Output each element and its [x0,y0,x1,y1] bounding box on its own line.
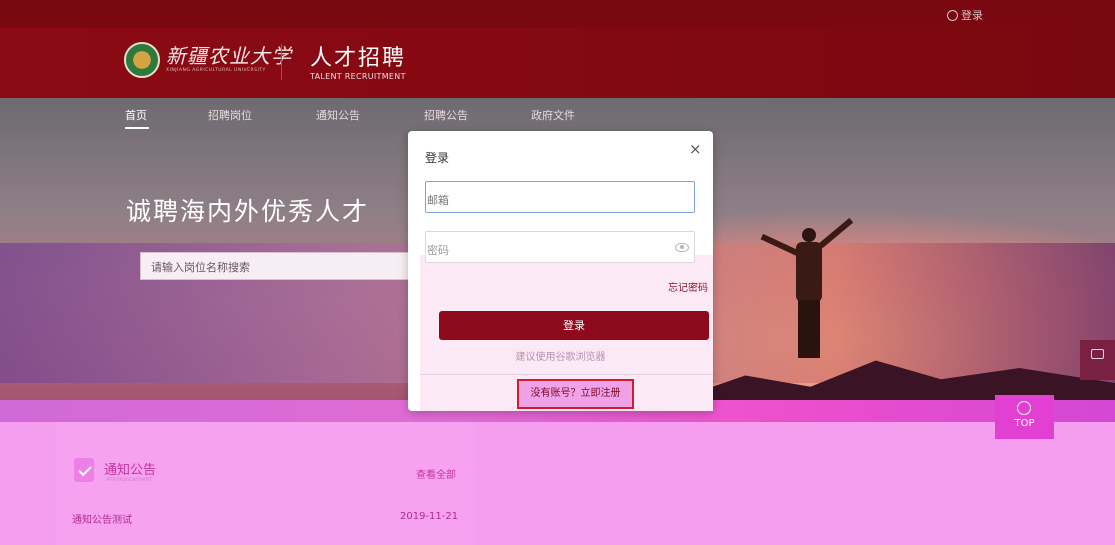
chat-side-button[interactable] [1080,340,1115,380]
password-field[interactable] [425,231,695,263]
university-logo-text: 新疆农业大学 [166,44,292,68]
arrow-up-icon [1017,401,1031,415]
user-icon [947,9,958,21]
lower-section [0,422,1115,545]
modal-title: 登录 [425,151,450,165]
nav-item-home[interactable]: 首页 [125,107,147,123]
modal-divider [420,374,713,375]
site-title: 人才招聘 [310,46,407,71]
chat-icon [1091,349,1104,359]
top-bar: 登录 [0,0,1115,28]
login-modal: 登录 × 邮箱 密码 忘记密码 登录 建议使用谷歌浏览器 没有账号？立即注册 [408,131,713,411]
login-button[interactable]: 登录 [439,311,709,340]
back-to-top-label: TOP [1014,418,1035,429]
top-login-link[interactable]: 登录 [947,7,983,23]
site-header: 新疆农业大学 XINJIANG AGRICULTURAL UNIVERSITY … [0,28,1115,98]
nav-item-notices[interactable]: 通知公告 [316,107,360,123]
nav-item-positions[interactable]: 招聘岗位 [208,107,252,123]
back-to-top-button[interactable]: TOP [995,395,1054,439]
main-nav: 首页 招聘岗位 通知公告 招聘公告 政府文件 [0,98,1115,132]
university-emblem-icon [124,42,160,78]
search-placeholder: 请输入岗位名称搜索 [151,261,250,274]
announcement-icon [74,458,94,482]
nav-active-indicator [125,127,149,129]
hero-climber-figure [760,217,854,358]
nav-item-government-documents[interactable]: 政府文件 [531,107,575,123]
position-search-input[interactable]: 请输入岗位名称搜索 [140,252,422,280]
password-placeholder: 密码 [427,244,449,257]
close-icon[interactable]: × [689,140,702,158]
header-divider [281,44,282,80]
site-subtitle: TALENT RECRUITMENT [310,72,406,81]
announcement-card [56,422,476,545]
hero-title: 诚聘海内外优秀人才 [126,197,370,226]
nav-item-recruitment-announcements[interactable]: 招聘公告 [424,107,468,123]
announcement-row-title[interactable]: 通知公告测试 [72,511,132,526]
view-all-link[interactable]: 查看全部 [416,466,456,481]
announcement-subtitle: Announcement [106,476,152,483]
university-logo-subtext: XINJIANG AGRICULTURAL UNIVERSITY [166,68,266,73]
forgot-password-link[interactable]: 忘记密码 [668,279,708,294]
eye-icon[interactable] [675,243,689,252]
announcement-row-date: 2019-11-21 [400,511,459,522]
email-field[interactable] [425,181,695,213]
browser-tip: 建议使用谷歌浏览器 [515,352,606,363]
register-link[interactable]: 没有账号？立即注册 [517,379,634,409]
email-placeholder: 邮箱 [427,194,449,207]
top-login-label: 登录 [961,9,983,22]
